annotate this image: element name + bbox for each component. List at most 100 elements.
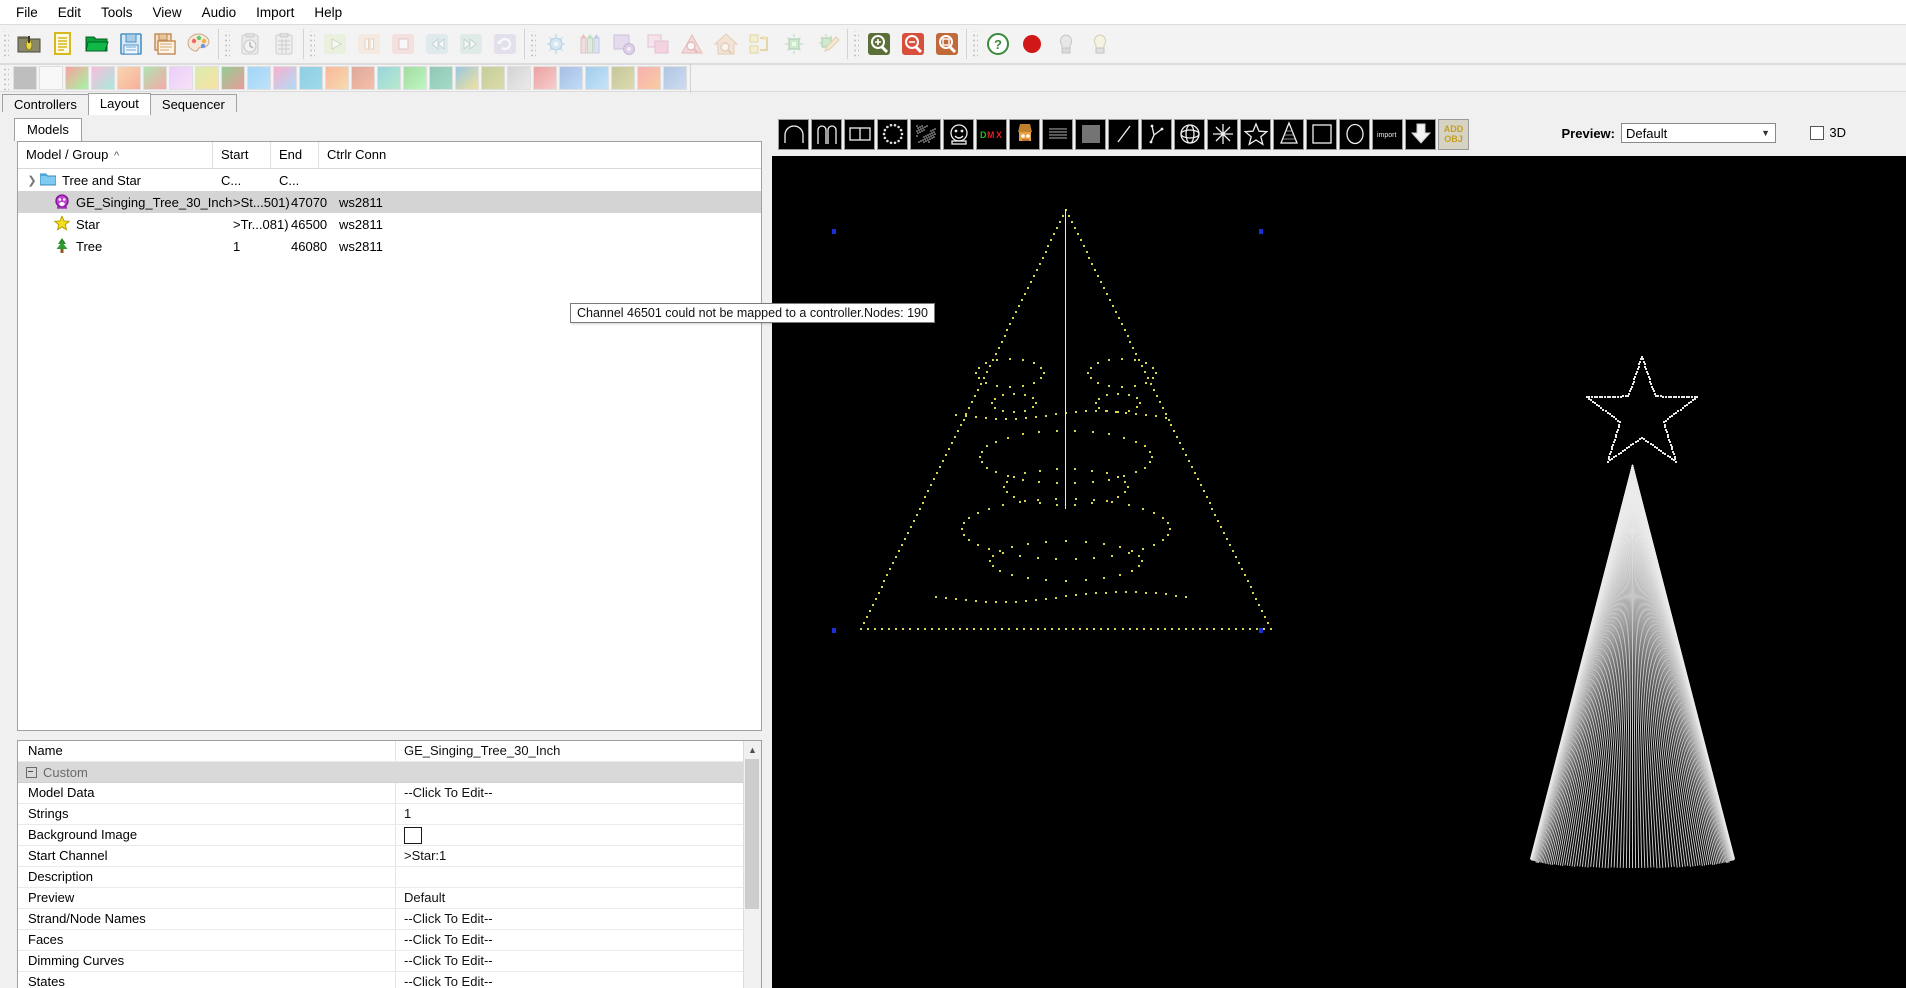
add-object-icon[interactable]: ADD OBJ bbox=[1438, 118, 1469, 150]
play-icon[interactable] bbox=[319, 28, 351, 60]
property-value[interactable]: --Click To Edit-- bbox=[396, 972, 745, 988]
effect-music-icon[interactable] bbox=[611, 66, 635, 90]
property-row[interactable]: Start Channel >Star:1 bbox=[18, 846, 745, 867]
effect-fire-icon[interactable] bbox=[325, 66, 349, 90]
effect-liquid-icon[interactable] bbox=[507, 66, 531, 90]
matrix-model-icon[interactable] bbox=[1075, 118, 1106, 150]
download-model-icon[interactable] bbox=[1405, 118, 1436, 150]
new-show-directory-icon[interactable] bbox=[13, 28, 45, 60]
property-row[interactable]: Faces --Click To Edit-- bbox=[18, 930, 745, 951]
property-value[interactable]: 1 bbox=[396, 804, 745, 824]
grid-icon[interactable] bbox=[268, 28, 300, 60]
toolbar-grip[interactable] bbox=[223, 31, 230, 57]
menu-item-file[interactable]: File bbox=[6, 2, 48, 23]
scheduler-icon[interactable] bbox=[234, 28, 266, 60]
column-header-start-channel[interactable]: Start C... bbox=[213, 142, 271, 188]
stop-icon[interactable] bbox=[387, 28, 419, 60]
property-row[interactable]: Dimming Curves --Click To Edit-- bbox=[18, 951, 745, 972]
edit-effects-icon[interactable] bbox=[812, 28, 844, 60]
toolbar-grip[interactable] bbox=[2, 65, 9, 91]
circle-model-icon[interactable] bbox=[877, 118, 908, 150]
rewind-icon[interactable] bbox=[421, 28, 453, 60]
property-value[interactable]: --Click To Edit-- bbox=[396, 783, 745, 803]
open-sequence-icon[interactable] bbox=[81, 28, 113, 60]
model-list-row[interactable]: Tree 1 46080 ws2811 bbox=[18, 235, 761, 257]
effect-dmx-icon[interactable] bbox=[221, 66, 245, 90]
menu-item-view[interactable]: View bbox=[143, 2, 192, 23]
property-value[interactable]: --Click To Edit-- bbox=[396, 951, 745, 971]
effect-morph-icon[interactable] bbox=[585, 66, 609, 90]
property-row[interactable]: Preview Default bbox=[18, 888, 745, 909]
spinner-model-icon[interactable] bbox=[1207, 118, 1238, 150]
sphere-model-icon[interactable] bbox=[1174, 118, 1205, 150]
model-list-row[interactable]: GE_Singing_Tree_30_Inch >St...501) 47070 ws… bbox=[18, 191, 761, 213]
tab-models[interactable]: Models bbox=[14, 118, 82, 141]
property-value[interactable] bbox=[396, 867, 745, 887]
effect-fan-icon[interactable] bbox=[273, 66, 297, 90]
save-sequence-icon[interactable] bbox=[115, 28, 147, 60]
pause-icon[interactable] bbox=[353, 28, 385, 60]
dmx-model-icon[interactable]: DMX bbox=[976, 118, 1007, 150]
effect-faces-icon[interactable] bbox=[247, 66, 271, 90]
replay-icon[interactable] bbox=[489, 28, 521, 60]
custom-model-icon[interactable] bbox=[943, 118, 974, 150]
effect-off-icon[interactable] bbox=[13, 66, 37, 90]
save-as-sequence-icon[interactable] bbox=[149, 28, 181, 60]
effect-garlands-icon[interactable] bbox=[403, 66, 427, 90]
bulb-on-icon[interactable] bbox=[1084, 28, 1116, 60]
wreath-model-icon[interactable] bbox=[1339, 118, 1370, 150]
icicle-model-icon[interactable] bbox=[1042, 118, 1073, 150]
cube-model-icon[interactable] bbox=[910, 118, 941, 150]
color-palette-icon[interactable] bbox=[183, 28, 215, 60]
effect-vu-meter-icon[interactable] bbox=[299, 66, 323, 90]
property-row[interactable]: Model Data --Click To Edit-- bbox=[18, 783, 745, 804]
effect-bars-icon[interactable] bbox=[65, 66, 89, 90]
toolbar-grip[interactable] bbox=[529, 31, 536, 57]
effect-on-icon[interactable] bbox=[39, 66, 63, 90]
arch-model-icon[interactable] bbox=[778, 118, 809, 150]
bulb-off-icon[interactable] bbox=[1050, 28, 1082, 60]
fast-forward-icon[interactable] bbox=[455, 28, 487, 60]
model-settings-icon[interactable] bbox=[608, 28, 640, 60]
import-model-icon[interactable]: import bbox=[1372, 118, 1403, 150]
help-icon[interactable]: ? bbox=[982, 28, 1014, 60]
menu-item-audio[interactable]: Audio bbox=[192, 2, 247, 23]
effect-marquee-icon[interactable] bbox=[533, 66, 557, 90]
column-header-model-group[interactable]: Model / Group ^ bbox=[18, 142, 213, 168]
channel-block-model-icon[interactable] bbox=[844, 118, 875, 150]
tree-model-icon[interactable] bbox=[1273, 118, 1304, 150]
effect-butterfly-icon[interactable] bbox=[91, 66, 115, 90]
scrollbar-thumb[interactable] bbox=[745, 759, 759, 909]
property-value[interactable]: GE_Singing_Tree_30_Inch bbox=[396, 741, 745, 761]
render-effects-icon[interactable] bbox=[778, 28, 810, 60]
image-model-icon[interactable] bbox=[1009, 118, 1040, 150]
new-sequence-icon[interactable] bbox=[47, 28, 79, 60]
toolbar-grip[interactable] bbox=[971, 31, 978, 57]
property-row[interactable]: Background Image bbox=[18, 825, 745, 846]
record-icon[interactable] bbox=[1016, 28, 1048, 60]
preview-dropdown[interactable]: Default ▼ bbox=[1621, 123, 1776, 143]
star-model-icon[interactable] bbox=[1240, 118, 1271, 150]
effect-curtain-icon[interactable] bbox=[195, 66, 219, 90]
zoom-fit-icon[interactable] bbox=[931, 28, 963, 60]
property-value[interactable]: --Click To Edit-- bbox=[396, 909, 745, 929]
poly-line-model-icon[interactable] bbox=[1141, 118, 1172, 150]
menu-item-help[interactable]: Help bbox=[304, 2, 352, 23]
effect-kaleidoscope-icon[interactable] bbox=[455, 66, 479, 90]
expand-chevron-icon[interactable]: ❯ bbox=[24, 174, 40, 187]
three-d-toggle[interactable]: 3D bbox=[1810, 125, 1846, 140]
collapse-toggle-icon[interactable] bbox=[26, 766, 37, 778]
model-list-row[interactable]: Star >Tr...081) 46500 ws2811 bbox=[18, 213, 761, 235]
properties-vertical-scrollbar[interactable]: ▲ ▼ bbox=[743, 741, 761, 988]
property-value[interactable]: Default bbox=[396, 888, 745, 908]
duplicate-icon[interactable] bbox=[642, 28, 674, 60]
background-image-swatch[interactable] bbox=[404, 827, 422, 844]
check-sequence-icon[interactable] bbox=[676, 28, 708, 60]
effect-candle-icon[interactable] bbox=[117, 66, 141, 90]
toolbar-grip[interactable] bbox=[852, 31, 859, 57]
layout-preview-canvas[interactable] bbox=[772, 156, 1906, 988]
toolbar-grip[interactable] bbox=[308, 31, 315, 57]
tab-layout[interactable]: Layout bbox=[87, 93, 151, 115]
property-row[interactable]: Strings 1 bbox=[18, 804, 745, 825]
property-category[interactable]: Custom bbox=[18, 762, 745, 783]
